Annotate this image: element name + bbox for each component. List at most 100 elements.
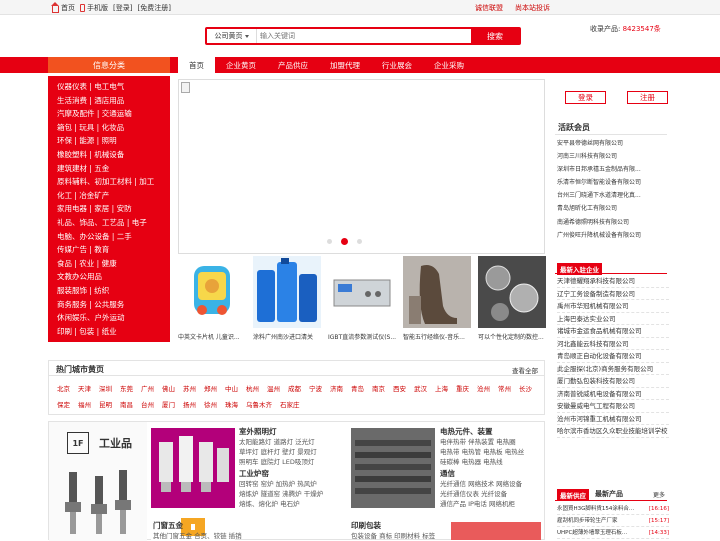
city-link[interactable]: 青岛	[351, 383, 364, 393]
city-link[interactable]: 宁波	[309, 383, 322, 393]
category-item[interactable]: 传媒广告 | 教育	[57, 243, 170, 257]
company-link[interactable]: 安徽曼威电气工程有限公司	[557, 400, 669, 413]
register-button[interactable]: 注册	[627, 91, 668, 104]
member-link[interactable]: 台州三门晓通下水道清理化真...	[557, 189, 669, 202]
company-link[interactable]: 此企服探(北京)商务服务有限公司	[557, 363, 669, 375]
floor-block-title[interactable]: 室外照明灯	[239, 426, 317, 437]
product-card[interactable]: IGBT直流参数测试仪(S...	[328, 256, 396, 346]
member-link[interactable]: 南通希德照明科技有限公司	[557, 216, 669, 229]
category-item[interactable]: 建筑建材 | 五金	[57, 162, 170, 176]
city-link[interactable]: 南京	[372, 383, 385, 393]
city-link[interactable]: 沧州	[477, 383, 490, 393]
company-link[interactable]: 辽宁工务设备制造有限公司	[557, 288, 669, 300]
company-link[interactable]: 河北鑫能云科技有限公司	[557, 338, 669, 350]
category-item[interactable]: 仪器仪表 | 电工电气	[57, 80, 170, 94]
company-link[interactable]: 哈尔滨市香坊区久众职业技能培训学校	[557, 425, 669, 438]
floor-block-line[interactable]: 太阳能路灯 道路灯 泛光灯	[239, 437, 317, 447]
city-link[interactable]: 徐州	[204, 399, 217, 409]
floor-block-line[interactable]: 熔炼炉 隧道窑 沸腾炉 干燥炉	[239, 489, 323, 499]
city-link[interactable]: 济南	[330, 383, 343, 393]
company-link[interactable]: 天津德耀翔承科技有限公司	[557, 275, 669, 288]
category-item[interactable]: 原料辅料、初加工材料 | 加工	[57, 175, 170, 189]
supply-more-link[interactable]: 更多	[653, 490, 665, 499]
city-link[interactable]: 长沙	[519, 383, 532, 393]
nav-item-expo[interactable]: 行业展会	[371, 57, 423, 73]
nav-item-purchase[interactable]: 企业采购	[423, 57, 475, 73]
product-name[interactable]: IGBT直流参数测试仪(S...	[328, 332, 396, 341]
floor-block-line[interactable]: 电热带 电热管 电热板 电热丝	[440, 447, 524, 457]
category-item[interactable]: 食品 | 农业 | 健康	[57, 257, 170, 271]
city-link[interactable]: 温州	[267, 383, 280, 393]
hot-cities-more[interactable]: 查看全部	[512, 365, 538, 375]
member-link[interactable]: 深圳市日邦承禧五金制品有限...	[557, 163, 669, 176]
floor-block-line[interactable]: 光纤通信 网络技术 网络设备	[440, 479, 522, 489]
login-link[interactable]: [登录]	[113, 3, 132, 13]
city-link[interactable]: 成都	[288, 383, 301, 393]
category-item[interactable]: 文教办公用品	[57, 270, 170, 284]
city-link[interactable]: 西安	[393, 383, 406, 393]
category-item[interactable]: 电脑、办公设备 | 二手	[57, 230, 170, 244]
company-link[interactable]: 厦门勤弘包装科技有限公司	[557, 375, 669, 388]
category-item[interactable]: 商务服务 | 公共服务	[57, 298, 170, 312]
floor-block-title[interactable]: 门窗五金	[153, 520, 242, 531]
company-link[interactable]: 上海巴泰达实业公司	[557, 313, 669, 325]
floor-block-line[interactable]: 草坪灯 庭杆灯 壁灯 景观灯	[239, 447, 317, 457]
city-link[interactable]: 南昌	[120, 399, 133, 409]
floor-block-title[interactable]: 通信	[440, 468, 522, 479]
city-link[interactable]: 珠海	[225, 399, 238, 409]
product-card[interactable]: 可以个性化定制的数控...	[478, 256, 546, 346]
company-link[interactable]: 济南普锐威机电设备有限公司	[557, 388, 669, 400]
nav-item-franchise[interactable]: 加盟代理	[319, 57, 371, 73]
category-item[interactable]: 化工 | 冶金矿产	[57, 189, 170, 203]
member-link[interactable]: 乐清市恒尔断智能设备有限公司	[557, 176, 669, 189]
floor-name[interactable]: 工业品	[99, 435, 132, 451]
product-card[interactable]: 中英文卡片机 儿童识...	[178, 256, 246, 346]
floor-block-title[interactable]: 印刷包装	[351, 520, 435, 531]
product-name[interactable]: 可以个性化定制的数控...	[478, 332, 546, 341]
floor-block-title[interactable]: 工业炉窑	[239, 468, 323, 479]
product-name[interactable]: 涂料广州南沙进口清关	[253, 332, 321, 341]
member-link[interactable]: 河南三川科技有限公司	[557, 150, 669, 163]
search-type-select[interactable]: 公司黄页	[207, 29, 257, 43]
city-link[interactable]: 北京	[57, 383, 70, 393]
city-link[interactable]: 保定	[57, 399, 70, 409]
category-item[interactable]: 礼品、饰品、工艺品 | 电子	[57, 216, 170, 230]
city-link[interactable]: 郑州	[204, 383, 217, 393]
city-link[interactable]: 扬州	[183, 399, 196, 409]
category-item[interactable]: 生活消费 | 酒店用品	[57, 94, 170, 108]
supply-item[interactable]: UHPC超薄外墙翠玉理石板... [14:33]	[557, 527, 669, 539]
company-link[interactable]: 青岛顺正自动化设备有限公司	[557, 350, 669, 363]
category-item[interactable]: 橡胶塑料 | 机械设备	[57, 148, 170, 162]
slider-dot-active[interactable]	[341, 238, 348, 245]
category-item[interactable]: 汽摩及配件 | 交通运输	[57, 107, 170, 121]
nav-item-home[interactable]: 首页	[178, 57, 215, 73]
mobile-link[interactable]: 手机版	[80, 3, 108, 13]
supply-item[interactable]: 永固買H3G脚料貨154涂料合... [16:16]	[557, 503, 669, 515]
login-button[interactable]: 登录	[565, 91, 606, 104]
floor-block-line[interactable]: 照明车 庭院灯 LED吸顶灯	[239, 457, 317, 467]
member-link[interactable]: 安平县帝德丝网有限公司	[557, 137, 669, 150]
floor-block-line[interactable]: 通信产品 IP电话 网络机柜	[440, 499, 522, 509]
city-link[interactable]: 福州	[78, 399, 91, 409]
floor-block-line[interactable]: 硅碳棒 电热器 电热线	[440, 457, 524, 467]
alliance-link[interactable]: 诚信联盟	[475, 3, 503, 13]
city-link[interactable]: 乌鲁木齐	[246, 399, 272, 409]
register-link[interactable]: [免费注册]	[137, 3, 170, 13]
city-link[interactable]: 昆明	[99, 399, 112, 409]
slider-dot[interactable]	[327, 239, 332, 244]
newest-supply-tag[interactable]: 最新供应	[557, 489, 589, 501]
product-name[interactable]: 中英文卡片机 儿童识...	[178, 332, 246, 341]
category-item[interactable]: 环保 | 能源 | 照明	[57, 134, 170, 148]
city-link[interactable]: 武汉	[414, 383, 427, 393]
city-link[interactable]: 东莞	[120, 383, 133, 393]
city-link[interactable]: 广州	[141, 383, 154, 393]
newest-products-title[interactable]: 最新产品	[595, 489, 623, 499]
home-link[interactable]: 首页	[51, 1, 75, 13]
category-item[interactable]: 印刷 | 包装 | 纸业	[57, 325, 170, 339]
product-name[interactable]: 智能五行经络仪-音乐...	[403, 332, 471, 341]
category-item[interactable]: 休闲娱乐、户外运动	[57, 311, 170, 325]
floor-block-title[interactable]: 电热元件、装置	[440, 426, 524, 437]
city-link[interactable]: 常州	[498, 383, 511, 393]
company-link[interactable]: 禹州市华冠机械有限公司	[557, 300, 669, 313]
floor-block-line[interactable]: 电伴热带 伴热装置 电热圈	[440, 437, 524, 447]
